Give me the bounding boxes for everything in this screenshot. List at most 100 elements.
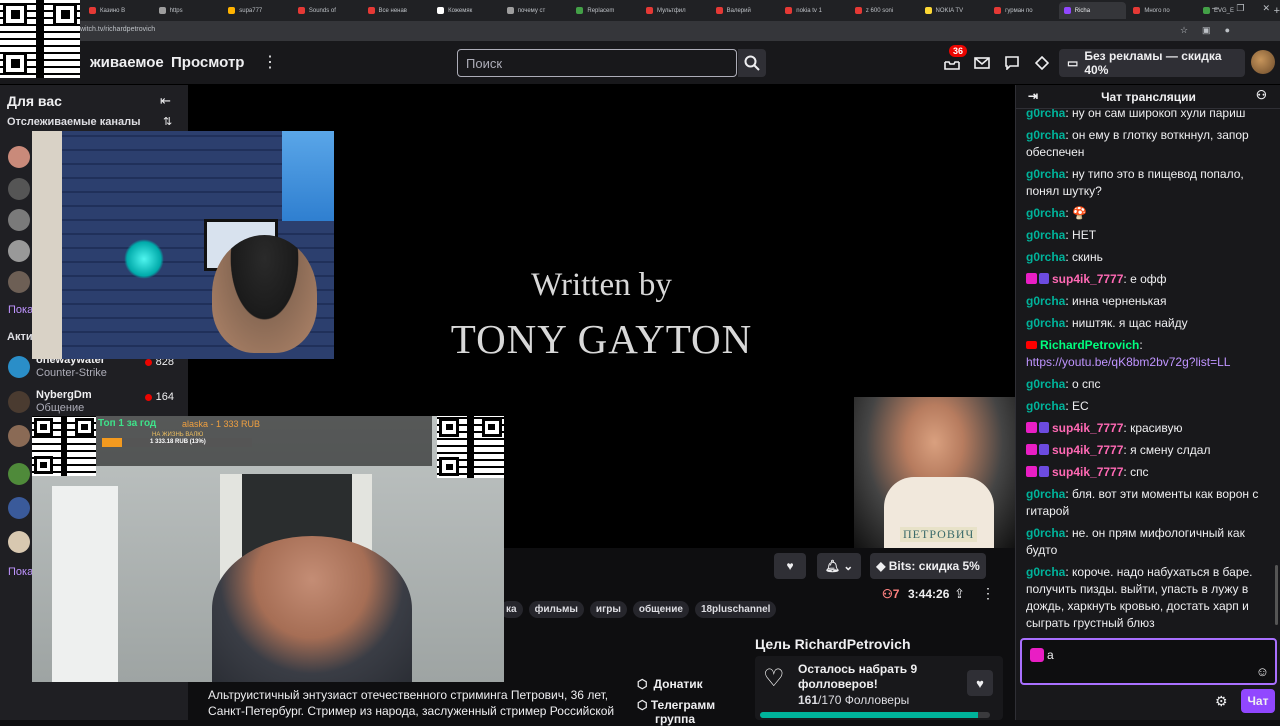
subscriber-badge-icon[interactable] xyxy=(1026,273,1037,284)
show-more-link[interactable]: Пока xyxy=(8,304,33,316)
chat-username[interactable]: g0rcha xyxy=(1026,377,1065,391)
channel-avatar[interactable] xyxy=(8,463,30,485)
chat-username[interactable]: g0rcha xyxy=(1026,526,1065,540)
more-icon[interactable]: ⋮ xyxy=(262,52,278,72)
tag[interactable]: общение xyxy=(632,601,689,618)
nav-browse[interactable]: Просмотр xyxy=(171,54,244,71)
gift-badge-icon[interactable] xyxy=(1039,273,1049,284)
chat-username[interactable]: g0rcha xyxy=(1026,250,1065,264)
channel-avatar[interactable] xyxy=(8,497,30,519)
search-input[interactable] xyxy=(458,50,736,76)
chat-username[interactable]: g0rcha xyxy=(1026,109,1065,120)
browser-tab[interactable]: Казино В xyxy=(84,2,152,19)
chat-username[interactable]: g0rcha xyxy=(1026,206,1065,220)
viewer-count: 164 xyxy=(144,391,174,403)
chat-username[interactable]: sup4ik_7777 xyxy=(1052,421,1123,435)
channel-avatar[interactable] xyxy=(8,425,30,447)
chat-username[interactable]: g0rcha xyxy=(1026,228,1065,242)
chat-username[interactable]: g0rcha xyxy=(1026,487,1065,501)
browser-tab[interactable]: z 600 soni xyxy=(850,2,918,19)
browser-tab[interactable]: nokia tv 1 xyxy=(780,2,848,19)
show-more-link[interactable]: Пока xyxy=(8,566,33,578)
tag[interactable]: фильмы xyxy=(528,601,584,618)
search-button[interactable] xyxy=(738,49,766,77)
crown-icon[interactable] xyxy=(1032,53,1052,73)
subscriber-badge-icon[interactable] xyxy=(1026,466,1037,477)
browser-tab[interactable]: Replacem xyxy=(571,2,639,19)
bits-button[interactable]: ◆ Bits: скидка 5% xyxy=(870,553,986,579)
channel-avatar[interactable] xyxy=(8,209,30,231)
mail-icon[interactable] xyxy=(972,53,992,73)
browser-tab[interactable]: Кожемяк xyxy=(432,2,500,19)
channel-avatar[interactable] xyxy=(8,178,30,200)
maximize-icon[interactable]: ❐ xyxy=(1236,3,1244,14)
tag[interactable]: 18pluschannel xyxy=(694,601,777,618)
channel-avatar[interactable] xyxy=(8,531,30,553)
channel-avatar[interactable] xyxy=(8,146,30,168)
collapse-chat-icon[interactable]: ⇥ xyxy=(1028,89,1038,103)
close-icon[interactable]: ✕ xyxy=(1262,3,1270,14)
minimize-icon[interactable]: ─ xyxy=(1212,3,1218,14)
panel-donate[interactable]: ⬡ Донатик xyxy=(637,677,703,691)
browser-tab[interactable]: Валерий xyxy=(711,2,779,19)
channel-avatar[interactable] xyxy=(8,240,30,262)
browser-tab[interactable]: почему ст xyxy=(502,2,570,19)
subscriber-badge-icon[interactable] xyxy=(1026,444,1037,455)
chat-link[interactable]: https://youtu.be/qK8bm2bv72g?list=LL xyxy=(1026,355,1230,369)
browser-tab[interactable]: Все ненав xyxy=(363,2,431,19)
sort-icon[interactable]: ⇅ xyxy=(163,115,172,128)
address-bar[interactable]: witch.tv/richardpetrovich ☆ ▣ ● xyxy=(0,21,1280,41)
url-text[interactable]: witch.tv/richardpetrovich xyxy=(80,26,155,33)
search-box[interactable] xyxy=(457,49,737,77)
browser-tab[interactable]: Много по xyxy=(1128,2,1196,19)
chat-username[interactable]: g0rcha xyxy=(1026,399,1065,413)
chat-username[interactable]: sup4ik_7777 xyxy=(1052,443,1123,457)
subscriber-badge-icon[interactable] xyxy=(1026,422,1037,433)
users-icon[interactable]: ⚇ xyxy=(1256,88,1267,102)
chat-username[interactable]: g0rcha xyxy=(1026,316,1065,330)
goal-follow-button[interactable]: ♥ xyxy=(967,670,993,696)
chat-username[interactable]: sup4ik_7777 xyxy=(1052,272,1123,286)
chat-username[interactable]: sup4ik_7777 xyxy=(1052,465,1123,479)
extensions-icon[interactable]: ▣ xyxy=(1202,25,1211,36)
top-nav: живаемое Просмотр ⋮ 36 ▭ Без рекламы — с… xyxy=(0,41,1280,85)
profile-icon[interactable]: ● xyxy=(1225,25,1230,36)
tag[interactable]: игры xyxy=(589,601,627,618)
user-avatar[interactable] xyxy=(1251,50,1275,74)
browser-tab[interactable]: supa777 xyxy=(223,2,291,19)
browser-tab[interactable]: NOKIA TV xyxy=(920,2,988,19)
chat-username[interactable]: g0rcha xyxy=(1026,294,1065,308)
panel-telegram[interactable]: ⬡ Телеграмм группа xyxy=(637,698,715,726)
chat-username[interactable]: g0rcha xyxy=(1026,167,1065,181)
follow-button[interactable]: ♥ xyxy=(774,553,806,579)
browser-tab[interactable]: Richa xyxy=(1058,2,1127,19)
browser-tab[interactable]: гурман по xyxy=(989,2,1057,19)
gift-badge-icon[interactable] xyxy=(1039,422,1049,433)
notifications-button[interactable]: 🔔︎ ⌄ xyxy=(817,553,861,579)
collapse-icon[interactable]: ⇤ xyxy=(160,93,171,109)
sidebar-channel[interactable]: NybergDm Общение 164 xyxy=(8,389,184,419)
chat-settings-icon[interactable]: ⚙ xyxy=(1215,693,1228,710)
chat-username[interactable]: g0rcha xyxy=(1026,128,1065,142)
emoji-picker-icon[interactable]: ☺ xyxy=(1256,664,1269,679)
nav-following[interactable]: живаемое xyxy=(90,54,164,71)
channel-avatar[interactable] xyxy=(8,271,30,293)
chat-username[interactable]: g0rcha xyxy=(1026,565,1065,579)
browser-tab[interactable]: https xyxy=(154,2,222,19)
new-tab-button[interactable]: + xyxy=(1274,5,1280,17)
ad-free-button[interactable]: ▭ Без рекламы — скидка 40% xyxy=(1059,49,1245,77)
broadcaster-badge-icon[interactable] xyxy=(1026,341,1037,349)
star-icon[interactable]: ☆ xyxy=(1180,25,1188,36)
browser-tab[interactable]: Sounds of xyxy=(293,2,361,19)
chat-send-button[interactable]: Чат xyxy=(1241,689,1275,713)
browser-tab[interactable]: Мультфил xyxy=(641,2,709,19)
heart-icon: ♥ xyxy=(786,559,794,573)
gift-badge-icon[interactable] xyxy=(1039,444,1049,455)
whispers-icon[interactable] xyxy=(1002,53,1022,73)
share-icon[interactable]: ⇪ xyxy=(954,586,965,602)
chat-scrollbar[interactable] xyxy=(1275,565,1278,625)
more-options-icon[interactable]: ⋮ xyxy=(981,585,995,602)
chat-input[interactable]: а ☺ xyxy=(1020,638,1277,685)
gift-badge-icon[interactable] xyxy=(1039,466,1049,477)
chat-username[interactable]: RichardPetrovich xyxy=(1040,338,1139,352)
